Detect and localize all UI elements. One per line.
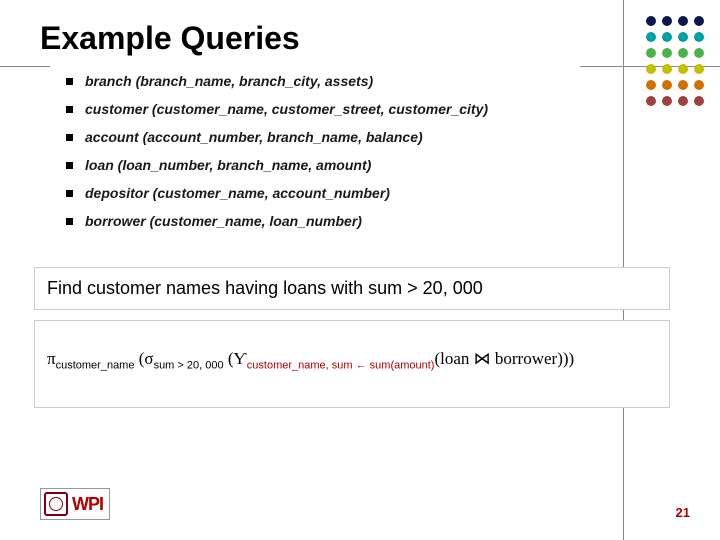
relational-algebra-expression: πcustomer_name (σsum > 20, 000 (Ƴcustome… [34, 320, 670, 408]
list-item: branch (branch_name, branch_city, assets… [50, 67, 580, 95]
wpi-logo: WPI [40, 488, 110, 520]
list-item: borrower (customer_name, loan_number) [50, 207, 580, 235]
schema-text: account (account_number, branch_name, ba… [85, 129, 423, 145]
schema-text: borrower (customer_name, loan_number) [85, 213, 362, 229]
slide: Example Queries branch (branch_name, bra… [0, 0, 720, 540]
page-title: Example Queries [40, 20, 690, 57]
gamma-subscript: customer_name, sum ← sum(amount) [247, 359, 435, 371]
page-number: 21 [676, 505, 690, 520]
list-item: depositor (customer_name, account_number… [50, 179, 580, 207]
bullet-icon [66, 78, 73, 85]
list-item: account (account_number, branch_name, ba… [50, 123, 580, 151]
bullet-icon [66, 162, 73, 169]
pi-subscript: customer_name [56, 359, 135, 371]
schema-text: depositor (customer_name, account_number… [85, 185, 390, 201]
schema-text: branch (branch_name, branch_city, assets… [85, 73, 373, 89]
list-item: customer (customer_name, customer_street… [50, 95, 580, 123]
schema-text: customer (customer_name, customer_street… [85, 101, 488, 117]
schema-text: loan (loan_number, branch_name, amount) [85, 157, 371, 173]
bullet-icon [66, 190, 73, 197]
logo-text: WPI [72, 494, 103, 515]
sigma-subscript: sum > 20, 000 [154, 359, 224, 371]
gamma-symbol: Ƴ [234, 349, 247, 368]
schema-list: branch (branch_name, branch_city, assets… [50, 63, 580, 239]
expr-tail: (loan ⋈ borrower))) [434, 349, 574, 368]
bullet-icon [66, 134, 73, 141]
corner-dots [646, 16, 704, 112]
seal-icon [44, 492, 68, 516]
bullet-icon [66, 106, 73, 113]
bullet-icon [66, 218, 73, 225]
list-item: loan (loan_number, branch_name, amount) [50, 151, 580, 179]
pi-symbol: π [47, 349, 56, 368]
sigma-symbol: σ [144, 349, 153, 368]
query-description: Find customer names having loans with su… [34, 267, 670, 310]
footer: WPI 21 [40, 488, 690, 520]
